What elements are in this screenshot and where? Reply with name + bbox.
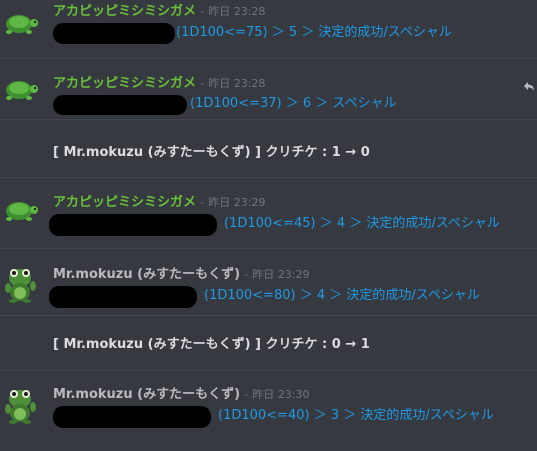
message-author[interactable]: アカピッピミシミシガメ bbox=[53, 195, 196, 210]
message: アカピッピミシミシガメ - 昨日 23:28 (1D100<=75) ＞ 5 ＞… bbox=[0, 0, 537, 58]
message-timestamp: 昨日 23:28 bbox=[208, 77, 266, 90]
message-author[interactable]: アカピッピミシミシガメ bbox=[53, 4, 196, 19]
redacted-text bbox=[53, 95, 187, 115]
message-timestamp: 昨日 23:28 bbox=[208, 5, 266, 18]
crit-ticket-message: [ Mr.mokuzu (みすたーもくず) ] クリチケ : 0 → 1 bbox=[53, 337, 370, 352]
message-timestamp: 昨日 23:29 bbox=[208, 196, 266, 209]
redacted-text bbox=[53, 406, 211, 428]
message-author[interactable]: アカピッピミシミシガメ bbox=[53, 76, 196, 91]
redacted-text bbox=[49, 214, 217, 236]
dice-roll-result: (1D100<=40) ＞ 3 ＞ 決定的成功/スペシャル bbox=[218, 408, 494, 423]
dice-roll-result: (1D100<=37) ＞ 6 ＞ スペシャル bbox=[190, 96, 397, 111]
time-separator: - bbox=[200, 77, 205, 90]
dice-roll-result: (1D100<=80) ＞ 4 ＞ 決定的成功/スペシャル bbox=[204, 288, 480, 303]
crit-ticket-message: [ Mr.mokuzu (みすたーもくず) ] クリチケ : 1 → 0 bbox=[53, 145, 370, 160]
frog-avatar-icon[interactable] bbox=[2, 264, 40, 303]
reply-arrow-icon[interactable] bbox=[523, 80, 537, 94]
frog-avatar-icon[interactable] bbox=[2, 385, 40, 424]
turtle-avatar-icon[interactable] bbox=[0, 4, 38, 42]
message-timestamp: 昨日 23:29 bbox=[252, 268, 310, 281]
redacted-text bbox=[49, 286, 197, 308]
dice-roll-result: (1D100<=75) ＞ 5 ＞ 決定的成功/スペシャル bbox=[176, 25, 452, 40]
system-message: [ Mr.mokuzu (みすたーもくず) ] クリチケ : 1 → 0 bbox=[0, 120, 537, 176]
chat-feed: アカピッピミシミシガメ - 昨日 23:28 (1D100<=75) ＞ 5 ＞… bbox=[0, 0, 537, 451]
message-author[interactable]: Mr.mokuzu (みすたーもくず) bbox=[53, 387, 240, 402]
message: アカピッピミシミシガメ - 昨日 23:29 (1D100<=45) ＞ 4 ＞… bbox=[0, 178, 537, 241]
system-message: [ Mr.mokuzu (みすたーもくず) ] クリチケ : 0 → 1 bbox=[0, 316, 537, 369]
turtle-avatar-icon[interactable] bbox=[0, 191, 38, 229]
message-author[interactable]: Mr.mokuzu (みすたーもくず) bbox=[53, 267, 240, 282]
time-separator: - bbox=[200, 5, 205, 18]
message: Mr.mokuzu (みすたーもくず) - 昨日 23:30 (1D100<=4… bbox=[0, 371, 537, 443]
message-timestamp: 昨日 23:30 bbox=[252, 388, 310, 401]
time-separator: - bbox=[200, 196, 205, 209]
turtle-avatar-icon[interactable] bbox=[0, 70, 38, 108]
dice-roll-result: (1D100<=45) ＞ 4 ＞ 決定的成功/スペシャル bbox=[224, 216, 500, 231]
message: Mr.mokuzu (みすたーもくず) - 昨日 23:29 (1D100<=8… bbox=[0, 249, 537, 312]
time-separator: - bbox=[244, 388, 249, 401]
redacted-text bbox=[53, 23, 175, 44]
time-separator: - bbox=[244, 268, 249, 281]
message: アカピッピミシミシガメ - 昨日 23:28 (1D100<=37) ＞ 6 ＞… bbox=[0, 59, 537, 119]
